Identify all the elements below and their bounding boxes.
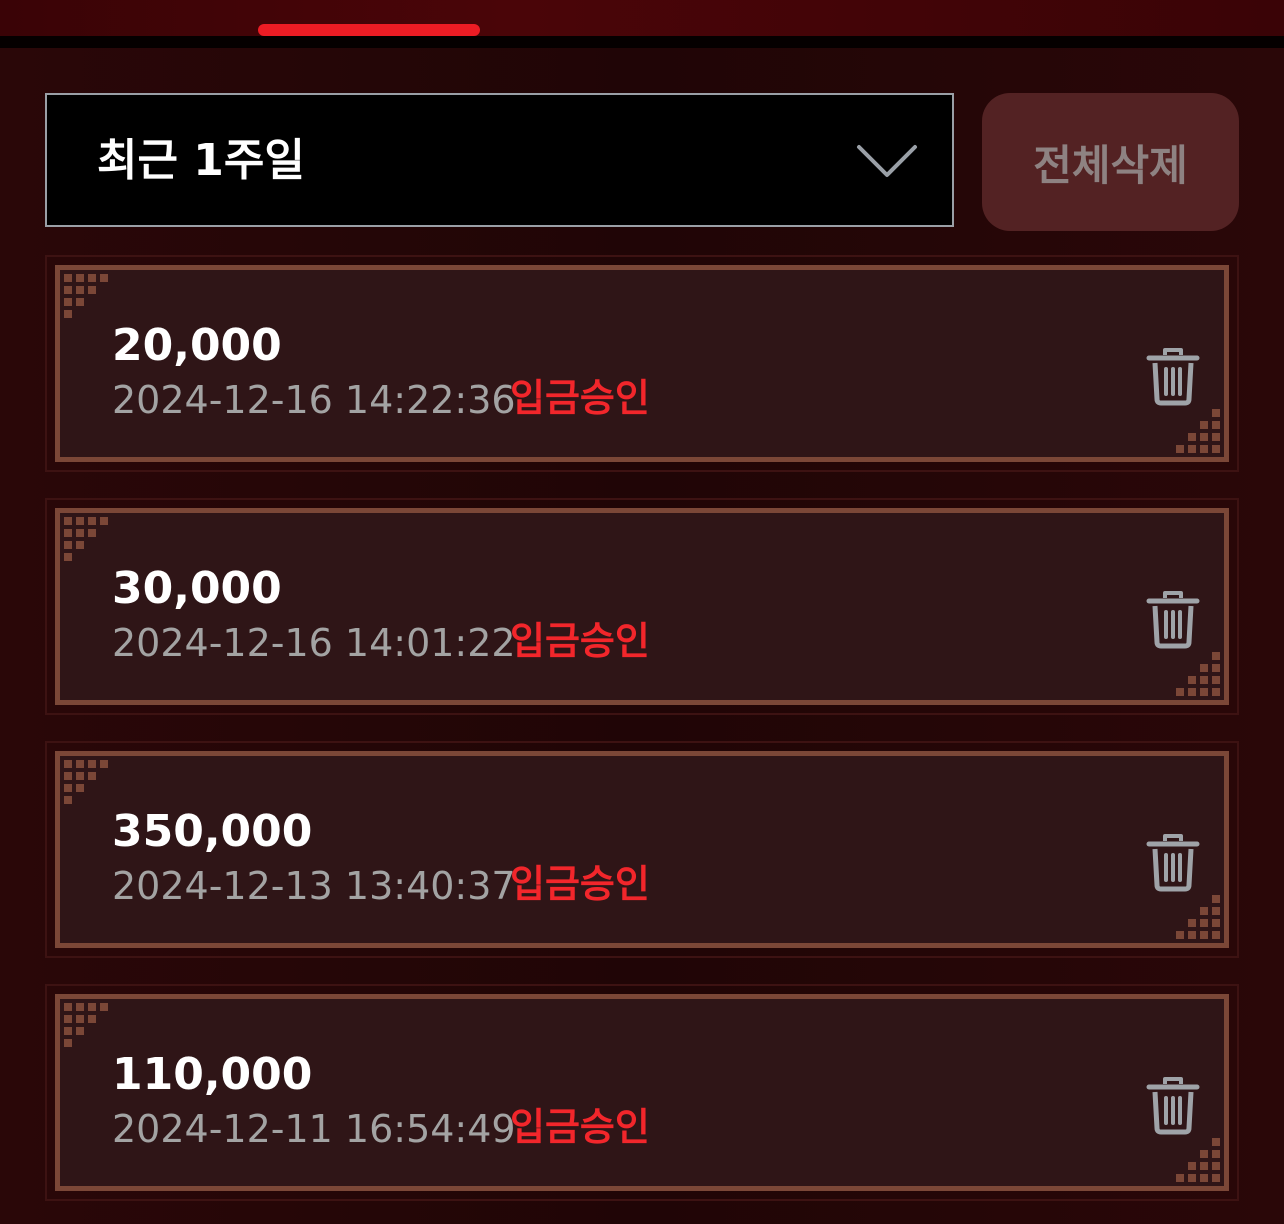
deposit-record-frame: 350,000 2024-12-13 13:40:37 입금승인 xyxy=(55,751,1229,948)
active-tab-indicator xyxy=(258,24,480,36)
top-divider xyxy=(0,36,1284,48)
corner-ornament-icon xyxy=(1176,409,1220,453)
corner-ornament-icon xyxy=(1176,652,1220,696)
deposit-record-frame: 20,000 2024-12-16 14:22:36 입금승인 xyxy=(55,265,1229,462)
deposit-record-card: 350,000 2024-12-13 13:40:37 입금승인 xyxy=(45,741,1239,958)
deposit-record-card: 20,000 2024-12-16 14:22:36 입금승인 xyxy=(45,255,1239,472)
corner-ornament-icon xyxy=(1176,895,1220,939)
top-navigation-bar xyxy=(0,0,1284,36)
period-filter-label: 최근 1주일 xyxy=(97,135,305,186)
chevron-down-icon xyxy=(857,145,917,177)
trash-icon[interactable] xyxy=(1146,1075,1200,1135)
deposit-datetime: 2024-12-13 13:40:37 xyxy=(112,864,516,908)
deposit-datetime: 2024-12-16 14:22:36 xyxy=(112,378,516,422)
deposit-amount: 30,000 xyxy=(112,563,282,614)
trash-icon[interactable] xyxy=(1146,832,1200,892)
deposit-amount: 20,000 xyxy=(112,320,282,371)
trash-icon[interactable] xyxy=(1146,346,1200,406)
delete-all-button[interactable]: 전체삭제 xyxy=(982,93,1239,231)
corner-ornament-icon xyxy=(1176,1138,1220,1182)
trash-icon[interactable] xyxy=(1146,589,1200,649)
deposit-amount: 350,000 xyxy=(112,806,313,857)
corner-ornament-icon xyxy=(64,274,108,318)
deposit-status-badge: 입금승인 xyxy=(510,619,650,663)
deposit-status-badge: 입금승인 xyxy=(510,376,650,420)
deposit-datetime: 2024-12-16 14:01:22 xyxy=(112,621,516,665)
deposit-record-frame: 110,000 2024-12-11 16:54:49 입금승인 xyxy=(55,994,1229,1191)
deposit-record-card: 110,000 2024-12-11 16:54:49 입금승인 xyxy=(45,984,1239,1201)
deposit-record-card: 30,000 2024-12-16 14:01:22 입금승인 xyxy=(45,498,1239,715)
corner-ornament-icon xyxy=(64,760,108,804)
deposit-amount: 110,000 xyxy=(112,1049,313,1100)
corner-ornament-icon xyxy=(64,517,108,561)
period-filter-select[interactable]: 최근 1주일 xyxy=(45,93,954,227)
corner-ornament-icon xyxy=(64,1003,108,1047)
deposit-status-badge: 입금승인 xyxy=(510,1105,650,1149)
deposit-datetime: 2024-12-11 16:54:49 xyxy=(112,1107,516,1151)
deposit-record-frame: 30,000 2024-12-16 14:01:22 입금승인 xyxy=(55,508,1229,705)
deposit-status-badge: 입금승인 xyxy=(510,862,650,906)
